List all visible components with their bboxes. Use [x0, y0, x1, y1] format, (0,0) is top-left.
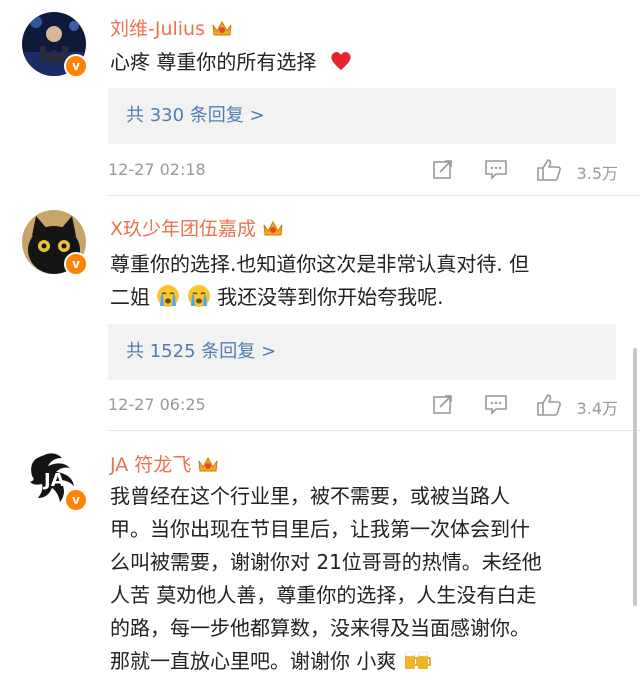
view-replies-button[interactable]: 共 330 条回复 > [108, 88, 616, 144]
like-count: 3.5万 [576, 164, 618, 183]
reply-count-link[interactable]: 共 330 条回复 > [126, 88, 265, 144]
comment-text-line: 么叫被需要，谢谢你对 21位哥哥的热情。未经他 [110, 550, 542, 574]
thumbs-up-icon[interactable] [536, 393, 562, 417]
scrollbar-thumb[interactable] [633, 348, 637, 606]
crown-badge-icon [263, 220, 283, 235]
thumbs-up-icon[interactable] [536, 158, 562, 182]
comment-text-line: 甲。当你出现在节目里后，让我第一次体会到什 [110, 517, 530, 541]
commenter-name[interactable]: 刘维-Julius [110, 14, 233, 41]
like-count: 3.4万 [576, 399, 618, 418]
comment-text-segment: 我还没等到你开始夸我呢. [217, 285, 444, 309]
comment-meta: 12-27 06:25 3.4万 [108, 393, 618, 418]
comment-text-line: 的路，每一步他都算数，没来得及当面感谢你。 [110, 616, 530, 640]
comment-text-line: 尊重你的选择.也知道你这次是非常认真对待. 但 [110, 252, 530, 276]
commenter-name[interactable]: JA 符龙飞 [110, 450, 219, 477]
avatar-logo-text: JA [42, 470, 65, 491]
comment-text-line: 那就一直放心里吧。谢谢你 小爽 [110, 645, 610, 678]
reply-count-link[interactable]: 共 1525 条回复 > [126, 324, 276, 380]
verified-badge-icon: v [64, 252, 88, 276]
crown-badge-icon [198, 456, 218, 471]
verified-badge-icon: v [64, 488, 88, 512]
comment-meta: 12-27 02:18 3.5万 [108, 158, 618, 183]
crying-face-emoji [157, 285, 180, 307]
comment-divider [108, 195, 640, 196]
commenter-name-text[interactable]: JA 符龙飞 [110, 450, 191, 477]
view-replies-button[interactable]: 共 1525 条回复 > [108, 324, 616, 380]
comment-text: 尊重你的选择.也知道你这次是非常认真对待. 但 二姐 我还没等到你开始夸我呢. [110, 248, 610, 314]
comment-icon[interactable] [484, 393, 508, 415]
comment-text-segment: 那就一直放心里吧。谢谢你 小爽 [110, 649, 397, 673]
commenter-name-text[interactable]: X玖少年团伍嘉成 [110, 214, 256, 241]
comment-text-line: 二姐 我还没等到你开始夸我呢. [110, 281, 610, 314]
comment-time: 12-27 06:25 [108, 395, 206, 414]
comment-text-line: 人苦 莫劝他人善，尊重你的选择，人生没有白走 [110, 583, 537, 607]
beer-mugs-emoji [404, 651, 431, 669]
red-heart-emoji [331, 52, 351, 70]
comment-text-content: 心疼 尊重你的所有选择 [110, 50, 317, 74]
comment-text: 我曾经在这个行业里，被不需要，或被当路人 甲。当你出现在节目里后，让我第一次体会… [110, 480, 610, 678]
verified-badge-icon: v [64, 54, 88, 78]
commenter-name-text[interactable]: 刘维-Julius [110, 14, 205, 41]
commenter-name[interactable]: X玖少年团伍嘉成 [110, 214, 284, 241]
share-icon[interactable] [432, 158, 454, 180]
comment-icon[interactable] [484, 158, 508, 180]
comment-time: 12-27 02:18 [108, 160, 206, 179]
crown-badge-icon [212, 20, 232, 35]
comment-text-segment: 二姐 [110, 285, 150, 309]
share-icon[interactable] [432, 393, 454, 415]
crying-face-emoji [187, 285, 210, 307]
comment-text-line: 我曾经在这个行业里，被不需要，或被当路人 [110, 484, 510, 508]
comment-text: 心疼 尊重你的所有选择 [110, 46, 610, 79]
comment-divider [108, 430, 640, 431]
